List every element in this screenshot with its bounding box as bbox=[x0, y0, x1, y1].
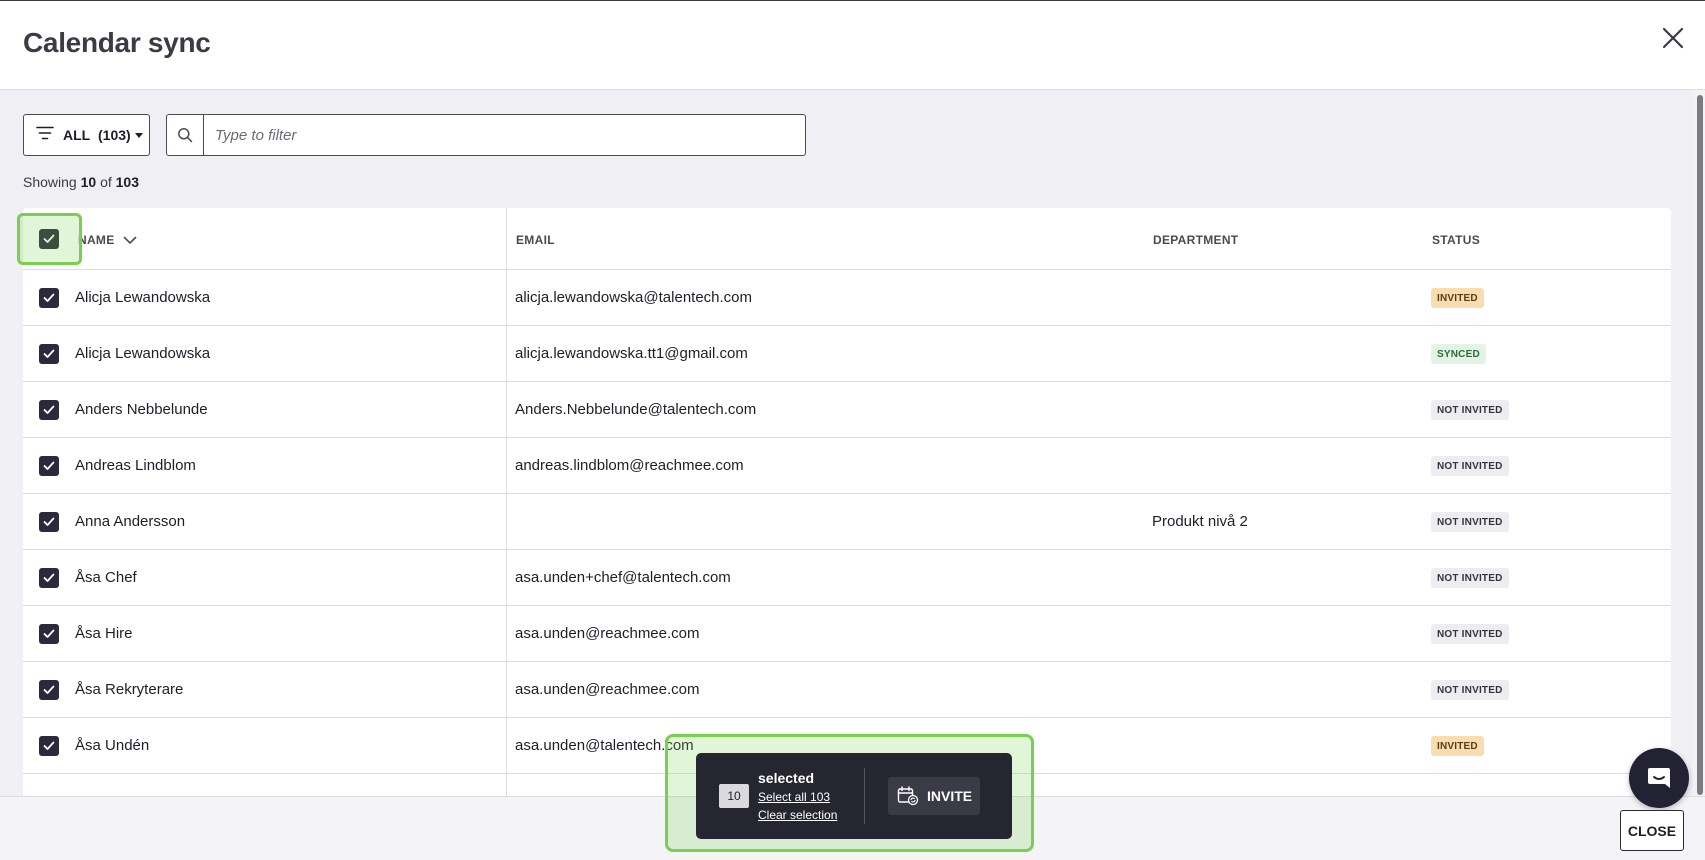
search-input[interactable] bbox=[204, 115, 805, 155]
row-checkbox[interactable] bbox=[39, 512, 59, 532]
filter-label: ALL (103) bbox=[63, 127, 131, 143]
sort-chevron-icon bbox=[123, 236, 136, 244]
row-checkbox[interactable] bbox=[39, 624, 59, 644]
table-row[interactable]: Andreas Lindblom andreas.lindblom@reachme… bbox=[23, 438, 1671, 494]
cell-email: asa.unden@reachmee.com bbox=[515, 625, 700, 642]
cell-name: Åsa Hire bbox=[75, 625, 133, 642]
table-row[interactable]: Åsa Chef asa.unden+chef@talentech.com NOT … bbox=[23, 550, 1671, 606]
status-badge: NOT INVITED bbox=[1431, 680, 1509, 700]
selected-label: selected bbox=[758, 770, 815, 786]
table-row[interactable]: Åsa Rekryterare asa.unden@reachmee.com NOT… bbox=[23, 662, 1671, 718]
chat-support-icon[interactable] bbox=[1629, 748, 1689, 808]
search-field[interactable] bbox=[166, 114, 806, 156]
close-button[interactable]: CLOSE bbox=[1620, 810, 1684, 851]
status-badge: INVITED bbox=[1431, 736, 1484, 756]
calendar-sync-icon bbox=[897, 786, 919, 806]
select-all-link[interactable]: Select all 103 bbox=[758, 790, 830, 804]
cell-email: alicja.lewandowska.tt1@gmail.com bbox=[515, 345, 748, 362]
cell-name: Åsa Chef bbox=[75, 569, 137, 586]
cell-department: Produkt nivå 2 bbox=[1152, 513, 1248, 530]
cell-name: Åsa Undén bbox=[75, 737, 150, 754]
column-header-department: DEPARTMENT bbox=[1153, 233, 1239, 247]
invite-button[interactable]: INVITE bbox=[888, 777, 980, 815]
cell-email: alicja.lewandowska@talentech.com bbox=[515, 289, 753, 306]
select-all-highlight bbox=[17, 213, 82, 265]
row-checkbox[interactable] bbox=[39, 344, 59, 364]
cell-email: Anders.Nebbelunde@talentech.com bbox=[515, 401, 757, 418]
cell-name: Anna Andersson bbox=[75, 513, 186, 530]
selection-toolbar: 10 selected Select all 103 Clear selecti… bbox=[696, 753, 1012, 839]
row-checkbox[interactable] bbox=[39, 400, 59, 420]
cell-name: Alicja Lewandowska bbox=[75, 289, 211, 306]
column-header-email: EMAIL bbox=[516, 233, 555, 247]
table-row[interactable]: Alicja Lewandowska alicja.lewandowska.tt1… bbox=[23, 326, 1671, 382]
cell-email: asa.unden+chef@talentech.com bbox=[515, 569, 731, 586]
page-title: Calendar sync bbox=[23, 27, 211, 58]
table-row[interactable]: Åsa Hire asa.unden@reachmee.com NOT INVITE… bbox=[23, 606, 1671, 662]
cell-name: Alicja Lewandowska bbox=[75, 345, 211, 362]
search-icon bbox=[167, 115, 204, 155]
table-header: NAME EMAIL DEPARTMENT STATUS bbox=[23, 208, 1671, 270]
row-checkbox[interactable] bbox=[39, 456, 59, 476]
chevron-down-icon bbox=[134, 132, 143, 138]
row-checkbox[interactable] bbox=[39, 568, 59, 588]
status-badge: NOT INVITED bbox=[1431, 568, 1509, 588]
row-checkbox[interactable] bbox=[39, 736, 59, 756]
filter-lines-icon bbox=[36, 126, 54, 145]
table-row[interactable]: Anders Nebbelunde Anders.Nebbelunde@talen… bbox=[23, 382, 1671, 438]
column-header-name[interactable]: NAME bbox=[78, 233, 137, 247]
users-table: NAME EMAIL DEPARTMENT STATUS Alicja Lewa… bbox=[23, 208, 1671, 808]
cell-email: asa.unden@reachmee.com bbox=[515, 681, 700, 698]
filter-dropdown[interactable]: ALL (103) bbox=[23, 114, 150, 156]
results-summary: Showing 10 of 103 bbox=[23, 174, 139, 190]
close-icon[interactable] bbox=[1658, 23, 1688, 53]
clear-selection-link[interactable]: Clear selection bbox=[758, 808, 837, 822]
status-badge: NOT INVITED bbox=[1431, 512, 1509, 532]
scrollbar-thumb[interactable] bbox=[1697, 95, 1703, 795]
status-badge: NOT INVITED bbox=[1431, 456, 1509, 476]
status-badge: SYNCED bbox=[1431, 344, 1486, 364]
cell-name: Åsa Rekryterare bbox=[75, 681, 184, 698]
cell-name: Andreas Lindblom bbox=[75, 457, 196, 474]
toolbar-divider bbox=[864, 768, 865, 824]
cell-name: Anders Nebbelunde bbox=[75, 401, 208, 418]
row-checkbox[interactable] bbox=[39, 680, 59, 700]
status-badge: NOT INVITED bbox=[1431, 400, 1509, 420]
status-badge: INVITED bbox=[1431, 288, 1484, 308]
column-header-status: STATUS bbox=[1432, 233, 1481, 247]
status-badge: NOT INVITED bbox=[1431, 624, 1509, 644]
cell-email: andreas.lindblom@reachmee.com bbox=[515, 457, 744, 474]
row-checkbox[interactable] bbox=[39, 288, 59, 308]
selected-count-badge: 10 bbox=[719, 784, 749, 808]
table-row[interactable]: Alicja Lewandowska alicja.lewandowska@tal… bbox=[23, 270, 1671, 326]
table-row[interactable]: Anna Andersson Produkt nivå 2 NOT INVITED bbox=[23, 494, 1671, 550]
dialog-header: Calendar sync bbox=[0, 1, 1705, 90]
